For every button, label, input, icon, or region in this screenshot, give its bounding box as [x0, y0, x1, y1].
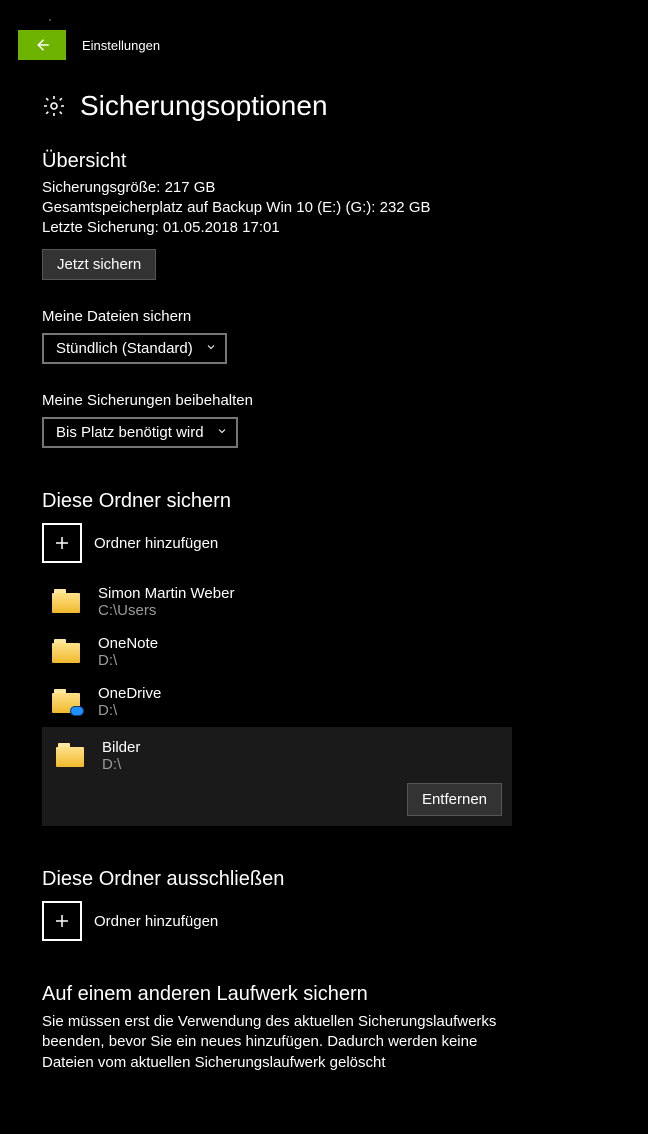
plus-icon	[42, 523, 82, 563]
frequency-dropdown[interactable]: Stündlich (Standard)	[42, 333, 227, 364]
folder-path: D:\	[98, 702, 161, 719]
backup-size-line: Sicherungsgröße: 217 GB	[42, 179, 624, 196]
add-exclude-folder-button[interactable]: Ordner hinzufügen	[42, 901, 624, 941]
folder-name: Simon Martin Weber	[98, 585, 234, 602]
folder-path: D:\	[102, 756, 140, 773]
gear-icon	[42, 94, 66, 118]
folder-path: C:\Users	[98, 602, 234, 619]
retention-label: Meine Sicherungen beibehalten	[42, 392, 624, 409]
other-drive-section: Auf einem anderen Laufwerk sichern Sie m…	[42, 983, 624, 1073]
total-space-line: Gesamtspeicherplatz auf Backup Win 10 (E…	[42, 199, 624, 216]
folder-name: OneNote	[98, 635, 158, 652]
frequency-value: Stündlich (Standard)	[56, 340, 193, 357]
folder-item[interactable]: Simon Martin WeberC:\Users	[42, 577, 512, 627]
folder-icon	[56, 743, 84, 767]
exclude-folders-section: Diese Ordner ausschließen Ordner hinzufü…	[42, 868, 624, 941]
add-backup-folder-button[interactable]: Ordner hinzufügen	[42, 523, 624, 563]
page-header: Sicherungsoptionen	[42, 90, 624, 122]
exclude-folders-heading: Diese Ordner ausschließen	[42, 868, 624, 891]
folder-icon	[52, 689, 80, 713]
plus-icon	[42, 901, 82, 941]
add-exclude-folder-label: Ordner hinzufügen	[94, 913, 218, 930]
folder-item[interactable]: OneNoteD:\	[42, 627, 512, 677]
page-title: Sicherungsoptionen	[80, 90, 328, 122]
folder-name: Bilder	[102, 739, 140, 756]
other-drive-body: Sie müssen erst die Verwendung des aktue…	[42, 1012, 502, 1073]
backup-folders-section: Diese Ordner sichern Ordner hinzufügen S…	[42, 490, 624, 826]
back-button[interactable]	[18, 30, 66, 60]
backup-folders-heading: Diese Ordner sichern	[42, 490, 624, 513]
folder-icon	[52, 589, 80, 613]
overview-heading: Übersicht	[42, 150, 624, 173]
back-arrow-icon	[33, 36, 51, 54]
backup-folder-list: Simon Martin WeberC:\UsersOneNoteD:\OneD…	[42, 577, 624, 826]
titlebar: Einstellungen	[18, 30, 648, 60]
window-title: Einstellungen	[82, 38, 160, 53]
folder-path: D:\	[98, 652, 158, 669]
remove-folder-button[interactable]: Entfernen	[407, 783, 502, 816]
last-backup-line: Letzte Sicherung: 01.05.2018 17:01	[42, 219, 624, 236]
frequency-label: Meine Dateien sichern	[42, 308, 624, 325]
retention-dropdown[interactable]: Bis Platz benötigt wird	[42, 417, 238, 448]
settings-window: Einstellungen Sicherungsoptionen Übersic…	[18, 30, 648, 1134]
folder-name: OneDrive	[98, 685, 161, 702]
content-area: Sicherungsoptionen Übersicht Sicherungsg…	[18, 60, 648, 1073]
folder-item[interactable]: OneDriveD:\	[42, 677, 512, 727]
folder-item[interactable]: BilderD:\ Entfernen	[42, 727, 512, 826]
add-backup-folder-label: Ordner hinzufügen	[94, 535, 218, 552]
other-drive-heading: Auf einem anderen Laufwerk sichern	[42, 983, 624, 1006]
retention-value: Bis Platz benötigt wird	[56, 424, 204, 441]
chevron-down-icon	[216, 424, 228, 441]
folder-icon	[52, 639, 80, 663]
backup-now-button[interactable]: Jetzt sichern	[42, 249, 156, 280]
chevron-down-icon	[205, 340, 217, 357]
